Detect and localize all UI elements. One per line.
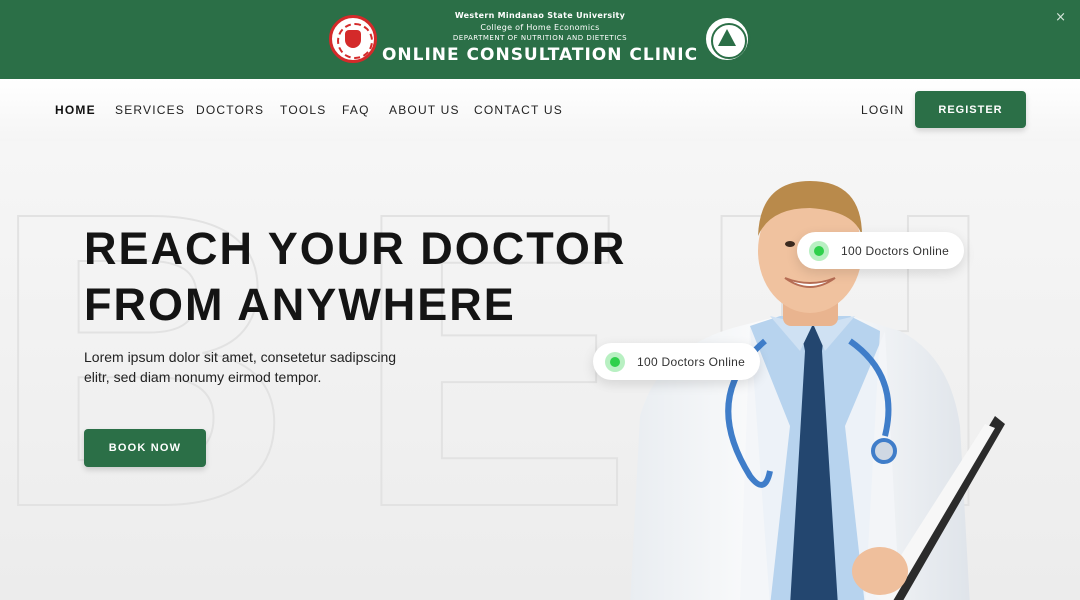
doctor-image: [630, 181, 1005, 600]
doctors-online-text: 100 Doctors Online: [841, 243, 950, 258]
login-link[interactable]: LOGIN: [861, 103, 904, 117]
doctors-online-badge-secondary: 100 Doctors Online: [593, 343, 761, 380]
hero-section: BEH REACH YOUR DOCTOR FROM ANYWHERE Lore…: [0, 141, 1080, 600]
college-name: College of Home Economics: [480, 23, 600, 32]
doctors-online-text: 100 Doctors Online: [637, 354, 746, 369]
description-line-1: Lorem ipsum dolor sit amet, consetetur s…: [84, 349, 397, 365]
nav-doctors[interactable]: DOCTORS: [196, 103, 264, 117]
nav-faq[interactable]: FAQ: [342, 103, 370, 117]
university-name: Western Mindanao State University: [454, 11, 626, 20]
nav-contact-us[interactable]: CONTACT US: [474, 103, 563, 117]
university-banner: Western Mindanao State University Colleg…: [0, 0, 1080, 79]
nav-tools[interactable]: TOOLS: [280, 103, 326, 117]
online-status-icon: [605, 351, 625, 372]
headline-line-2: FROM ANYWHERE: [84, 279, 516, 330]
close-icon[interactable]: ×: [1055, 10, 1066, 25]
nav-about-us[interactable]: ABOUT US: [389, 103, 460, 117]
college-seal-logo: [703, 15, 751, 63]
nav-services[interactable]: SERVICES: [115, 103, 185, 117]
online-status-icon: [809, 240, 829, 261]
hero-headline: REACH YOUR DOCTOR FROM ANYWHERE: [84, 221, 626, 333]
headline-line-1: REACH YOUR DOCTOR: [84, 223, 627, 274]
site-title: ONLINE CONSULTATION CLINIC: [381, 45, 699, 65]
hero-description: Lorem ipsum dolor sit amet, consetetur s…: [84, 347, 484, 387]
nav-home[interactable]: HOME: [55, 103, 96, 117]
book-now-button[interactable]: BOOK NOW: [84, 429, 206, 467]
department-name: DEPARTMENT OF NUTRITION AND DIETETICS: [452, 34, 628, 42]
register-button[interactable]: REGISTER: [915, 91, 1026, 128]
description-line-2: elitr, sed diam nonumy eirmod tempor.: [84, 369, 322, 385]
doctors-online-badge: 100 Doctors Online: [797, 232, 965, 269]
main-navigation: HOME SERVICES DOCTORS TOOLS FAQ ABOUT US…: [0, 79, 1080, 141]
